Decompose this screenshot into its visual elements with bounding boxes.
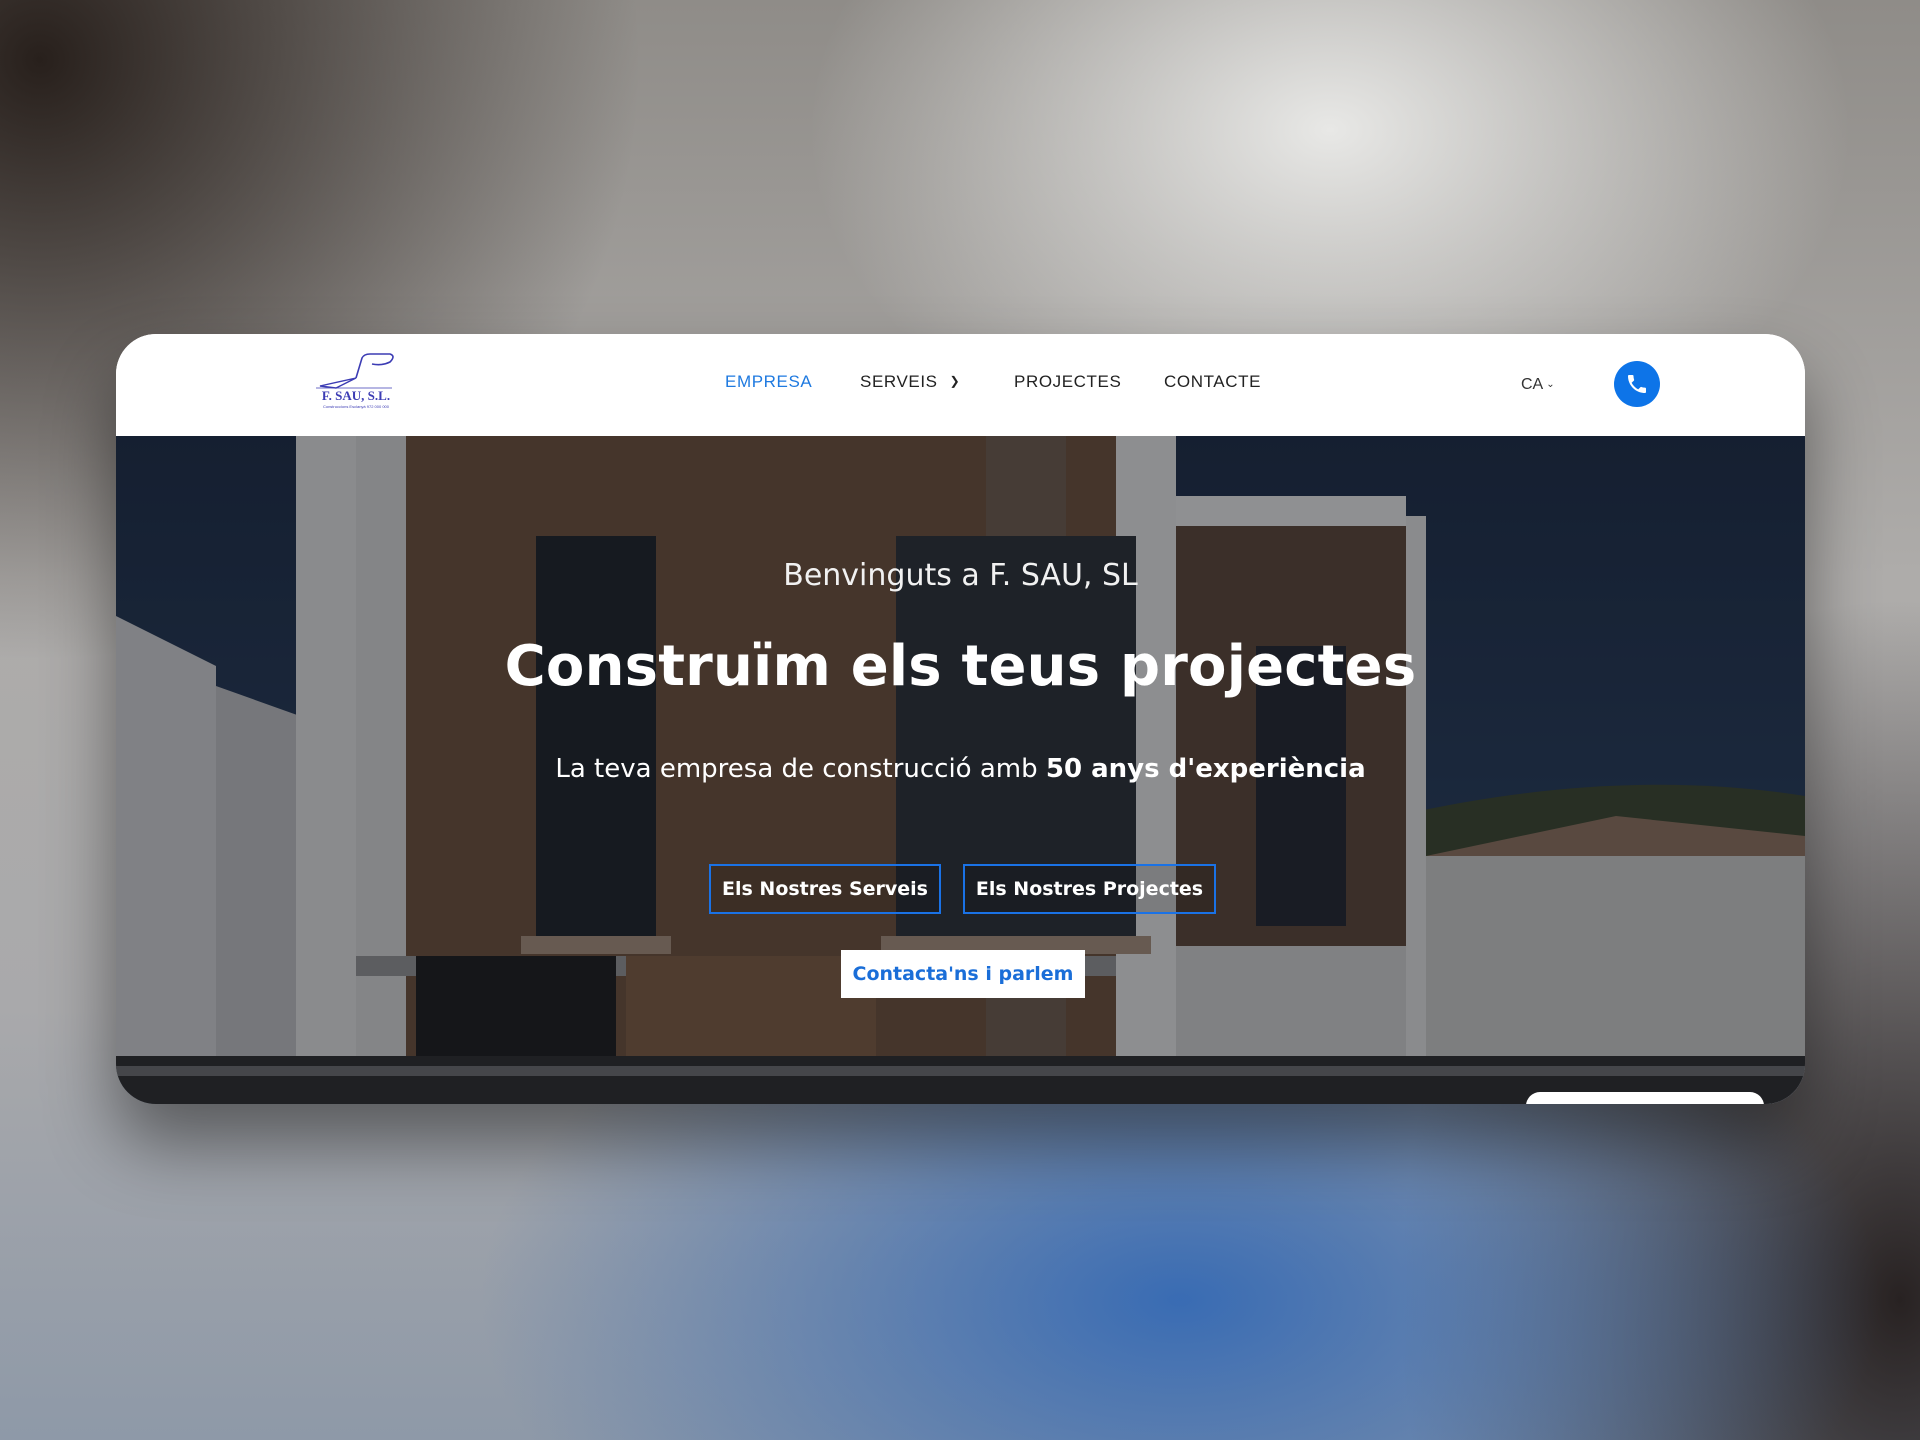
hero-welcome: Benvinguts a F. SAU, SL [783,558,1138,593]
nav-item-label: CONTACTE [1164,372,1262,391]
chevron-down-icon: ❯ [949,374,961,388]
logo-text: F. SAU, S.L. [321,388,391,403]
chevron-down-icon: ⌄ [1546,379,1555,390]
tagline-bold: 50 anys d'experiència [1045,754,1366,784]
nav-item-empresa[interactable]: EMPRESA [725,372,812,392]
hero-content: Benvinguts a F. SAU, SL Construïm els te… [116,436,1805,1104]
our-projects-button[interactable]: Els Nostres Projectes [963,864,1216,914]
logo-subtext: Construccions Esclanyà 972 000 000 [322,404,390,409]
trowel-logo-icon [316,353,394,389]
nav-item-projectes[interactable]: PROJECTES [1014,372,1121,392]
language-label: CA [1521,376,1544,393]
nav-item-label: PROJECTES [1014,372,1122,391]
contact-us-button[interactable]: Contacta'ns i parlem [841,950,1085,998]
hero-headline: Construïm els teus projectes [504,634,1417,699]
hero-tagline: La teva empresa de construcció amb 50 an… [116,754,1805,784]
hero-section: Benvinguts a F. SAU, SL Construïm els te… [116,436,1805,1104]
phone-button[interactable] [1614,361,1660,407]
site-header: F. SAU, S.L. Construccions Esclanyà 972 … [116,334,1805,436]
nav-item-label: EMPRESA [725,372,813,391]
nav-item-serveis[interactable]: SERVEIS ❯ [860,372,960,392]
our-services-button[interactable]: Els Nostres Serveis [709,864,941,914]
nav-item-contacte[interactable]: CONTACTE [1164,372,1261,392]
phone-icon [1628,375,1646,393]
language-selector[interactable]: CA ⌄ [1521,376,1555,394]
nav-item-label: SERVEIS [860,372,938,391]
tagline-prefix: La teva empresa de construcció amb [555,754,1046,784]
browser-card: F. SAU, S.L. Construccions Esclanyà 972 … [116,334,1805,1104]
floating-widget-edge [1526,1092,1764,1104]
company-logo[interactable]: F. SAU, S.L. Construccions Esclanyà 972 … [312,348,400,412]
